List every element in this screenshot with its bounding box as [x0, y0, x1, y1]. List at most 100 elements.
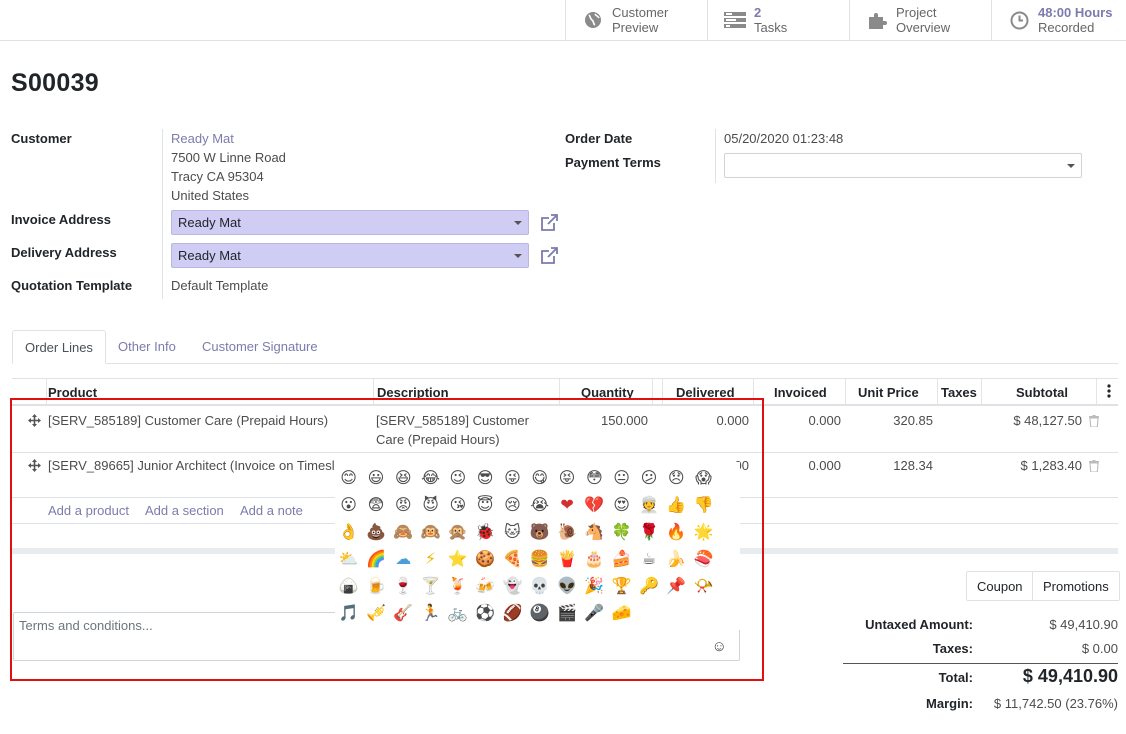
- emoji-option[interactable]: 🍣: [690, 547, 717, 571]
- header-description[interactable]: Description: [377, 385, 449, 400]
- emoji-option[interactable]: 🎺: [362, 601, 389, 625]
- emoji-option[interactable]: 💀: [526, 574, 553, 598]
- emoji-option[interactable]: 😋: [526, 466, 553, 490]
- emoji-option[interactable]: 🏆: [608, 574, 635, 598]
- emoji-option[interactable]: 🔥: [663, 520, 690, 544]
- emoji-option[interactable]: 😮: [335, 493, 362, 517]
- emoji-option[interactable]: 🎸: [390, 601, 417, 625]
- emoji-option[interactable]: 🍔: [526, 547, 553, 571]
- coupon-button[interactable]: Coupon: [966, 571, 1034, 601]
- emoji-option[interactable]: 😍: [608, 493, 635, 517]
- add-product-link[interactable]: Add a product: [48, 503, 129, 518]
- emoji-option[interactable]: 😝: [553, 466, 580, 490]
- emoji-option[interactable]: ☕: [635, 547, 662, 571]
- quotation-template-value[interactable]: Default Template: [171, 278, 268, 293]
- emoji-option[interactable]: 👌: [335, 520, 362, 544]
- emoji-option[interactable]: 🙈: [390, 520, 417, 544]
- emoji-option[interactable]: 😂: [417, 466, 444, 490]
- header-subtotal[interactable]: Subtotal: [1016, 385, 1068, 400]
- emoji-option[interactable]: 🐴: [581, 520, 608, 544]
- external-link-icon[interactable]: [539, 245, 561, 267]
- emoji-option[interactable]: 📌: [663, 574, 690, 598]
- emoji-option[interactable]: 🐞: [471, 520, 498, 544]
- emoji-option[interactable]: 😜: [499, 466, 526, 490]
- emoji-option[interactable]: 🎵: [335, 601, 362, 625]
- emoji-option[interactable]: 😊: [335, 466, 362, 490]
- emoji-option[interactable]: ⚡: [417, 547, 444, 571]
- emoji-option[interactable]: 😎: [471, 466, 498, 490]
- order-date-value[interactable]: 05/20/2020 01:23:48: [724, 131, 843, 146]
- emoji-option[interactable]: 😢: [499, 493, 526, 517]
- emoji-option[interactable]: 👻: [499, 574, 526, 598]
- emoji-option[interactable]: 😡: [390, 493, 417, 517]
- emoji-option[interactable]: 👽: [553, 574, 580, 598]
- emoji-option[interactable]: 🍕: [499, 547, 526, 571]
- emoji-option[interactable]: 🍀: [608, 520, 635, 544]
- emoji-option[interactable]: 🙊: [444, 520, 471, 544]
- emoji-option[interactable]: 🔑: [635, 574, 662, 598]
- payment-terms-select[interactable]: [724, 153, 1082, 178]
- header-product[interactable]: Product: [48, 385, 97, 400]
- emoji-option[interactable]: 🧀: [608, 601, 635, 625]
- emoji-option[interactable]: 🍸: [417, 574, 444, 598]
- emoji-option[interactable]: 🏃: [417, 601, 444, 625]
- emoji-option[interactable]: 🏈: [499, 601, 526, 625]
- trash-icon[interactable]: [1089, 460, 1099, 473]
- emoji-option[interactable]: 👍: [663, 493, 690, 517]
- emoji-option[interactable]: ☁: [390, 547, 417, 571]
- customer-link[interactable]: Ready Mat: [171, 131, 234, 146]
- emoji-option[interactable]: 🐻: [526, 520, 553, 544]
- emoji-option[interactable]: 😉: [444, 466, 471, 490]
- drag-handle-icon[interactable]: [28, 459, 41, 472]
- emoji-option[interactable]: 🎤: [581, 601, 608, 625]
- emoji-option[interactable]: ⭐: [444, 547, 471, 571]
- invoice-address-select[interactable]: Ready Mat: [171, 210, 529, 235]
- emoji-option[interactable]: 🌈: [362, 547, 389, 571]
- project-overview-button[interactable]: Project Overview: [849, 0, 991, 40]
- trash-icon[interactable]: [1089, 415, 1099, 428]
- header-unit-price[interactable]: Unit Price: [858, 385, 919, 400]
- emoji-option[interactable]: 😘: [444, 493, 471, 517]
- emoji-option[interactable]: 💩: [362, 520, 389, 544]
- emoji-option[interactable]: 🍺: [362, 574, 389, 598]
- emoji-option[interactable]: 😐: [608, 466, 635, 490]
- tab-other-info[interactable]: Other Info: [106, 330, 188, 364]
- emoji-option[interactable]: 🐱: [499, 520, 526, 544]
- emoji-option[interactable]: 😕: [635, 466, 662, 490]
- emoji-option[interactable]: 🍪: [471, 547, 498, 571]
- emoji-option[interactable]: 🌟: [690, 520, 717, 544]
- emoji-option[interactable]: 😨: [362, 493, 389, 517]
- external-link-icon[interactable]: [539, 212, 561, 234]
- emoji-option[interactable]: 🎬: [553, 601, 580, 625]
- emoji-option[interactable]: 😃: [362, 466, 389, 490]
- emoji-option[interactable]: 😳: [581, 466, 608, 490]
- emoji-option[interactable]: 👎: [690, 493, 717, 517]
- emoji-option[interactable]: ⚽: [471, 601, 498, 625]
- emoji-option[interactable]: 🍻: [471, 574, 498, 598]
- header-delivered[interactable]: Delivered: [676, 385, 735, 400]
- emoji-option[interactable]: 🍙: [335, 574, 362, 598]
- emoji-option[interactable]: 😭: [526, 493, 553, 517]
- emoji-option[interactable]: 🍹: [444, 574, 471, 598]
- column-options-icon[interactable]: [1107, 384, 1111, 401]
- promotions-button[interactable]: Promotions: [1032, 571, 1120, 601]
- header-taxes[interactable]: Taxes: [941, 385, 977, 400]
- drag-handle-icon[interactable]: [28, 414, 41, 427]
- emoji-option[interactable]: 😇: [471, 493, 498, 517]
- emoji-option[interactable]: 😱: [690, 466, 717, 490]
- header-quantity[interactable]: Quantity: [581, 385, 634, 400]
- emoji-option[interactable]: 🎂: [581, 547, 608, 571]
- emoji-option[interactable]: 🎉: [581, 574, 608, 598]
- emoji-option[interactable]: 🍟: [553, 547, 580, 571]
- emoji-option[interactable]: 📯: [690, 574, 717, 598]
- emoji-toggle-icon[interactable]: ☺: [712, 638, 727, 655]
- add-note-link[interactable]: Add a note: [240, 503, 303, 518]
- emoji-option[interactable]: 🚲: [444, 601, 471, 625]
- emoji-option[interactable]: 👳: [635, 493, 662, 517]
- tasks-button[interactable]: 2 Tasks: [707, 0, 849, 40]
- tab-order-lines[interactable]: Order Lines: [12, 330, 106, 364]
- emoji-option[interactable]: ❤: [553, 493, 580, 517]
- emoji-option[interactable]: 😆: [390, 466, 417, 490]
- emoji-option[interactable]: 😞: [663, 466, 690, 490]
- emoji-option[interactable]: 💔: [581, 493, 608, 517]
